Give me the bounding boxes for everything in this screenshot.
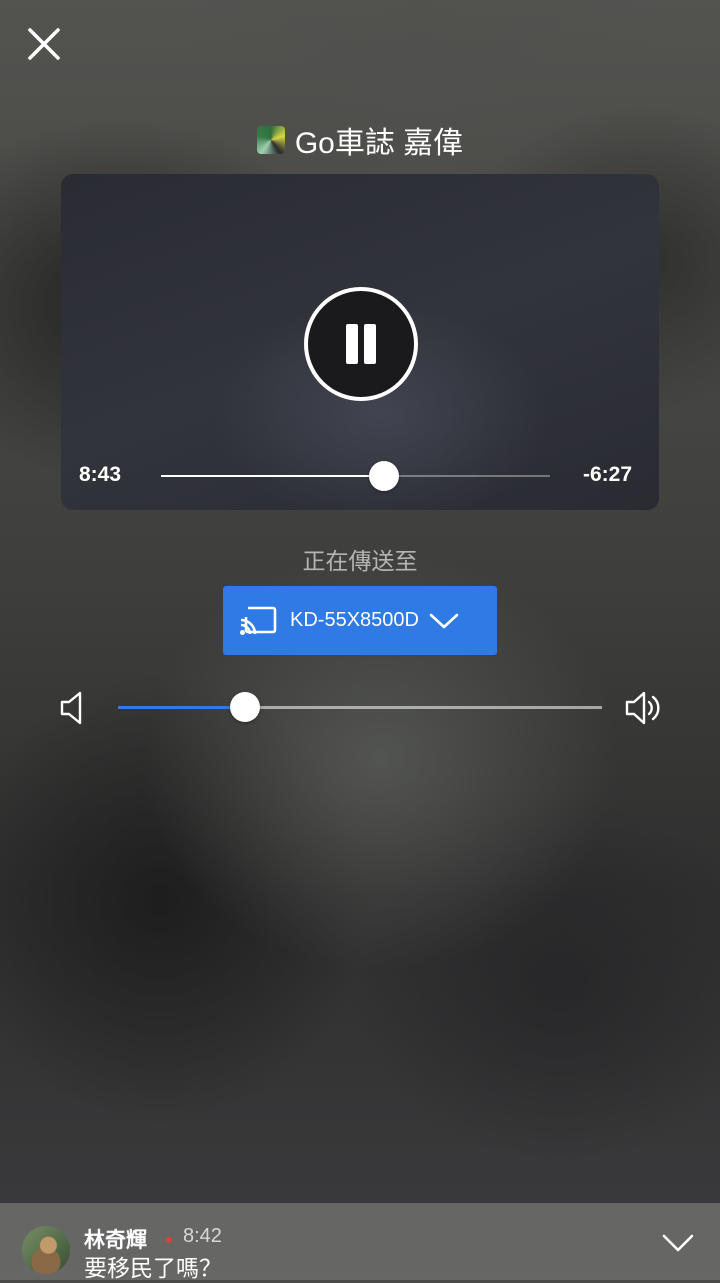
device-name: KD-55X8500D	[290, 609, 419, 631]
channel-title: Go車誌 嘉偉	[0, 118, 720, 162]
pause-button[interactable]	[304, 287, 418, 401]
comment-time: 8:42	[183, 1225, 222, 1247]
chevron-down-icon[interactable]	[662, 1233, 694, 1253]
volume-high-icon[interactable]	[624, 688, 662, 728]
cast-device-button[interactable]: KD-55X8500D	[223, 586, 497, 655]
live-dot	[166, 1237, 172, 1243]
video-player: 8:43 -6:27	[61, 174, 659, 510]
volume-slider[interactable]	[118, 692, 602, 722]
seek-thumb[interactable]	[369, 461, 400, 491]
chevron-down-icon	[429, 613, 459, 628]
pause-icon	[364, 324, 376, 364]
channel-icon	[256, 126, 285, 154]
comment-bar: 林奇輝 8:42 要移民了嗎？	[0, 1203, 720, 1281]
avatar[interactable]	[22, 1226, 70, 1274]
volume-thumb[interactable]	[229, 692, 260, 722]
volume-low-icon[interactable]	[58, 688, 88, 728]
close-icon[interactable]	[22, 22, 66, 66]
comment-text: 要移民了嗎？	[84, 1255, 222, 1281]
casting-label: 正在傳送至	[302, 548, 418, 574]
volume-level	[118, 706, 245, 709]
pause-icon	[346, 324, 358, 364]
elapsed-time: 8:43	[79, 463, 122, 486]
cast-icon	[239, 605, 277, 635]
seek-progress	[161, 475, 385, 477]
remaining-time: -6:27	[582, 463, 632, 486]
seek-bar[interactable]	[161, 461, 550, 491]
channel-name: Go車誌 嘉偉	[294, 127, 464, 160]
